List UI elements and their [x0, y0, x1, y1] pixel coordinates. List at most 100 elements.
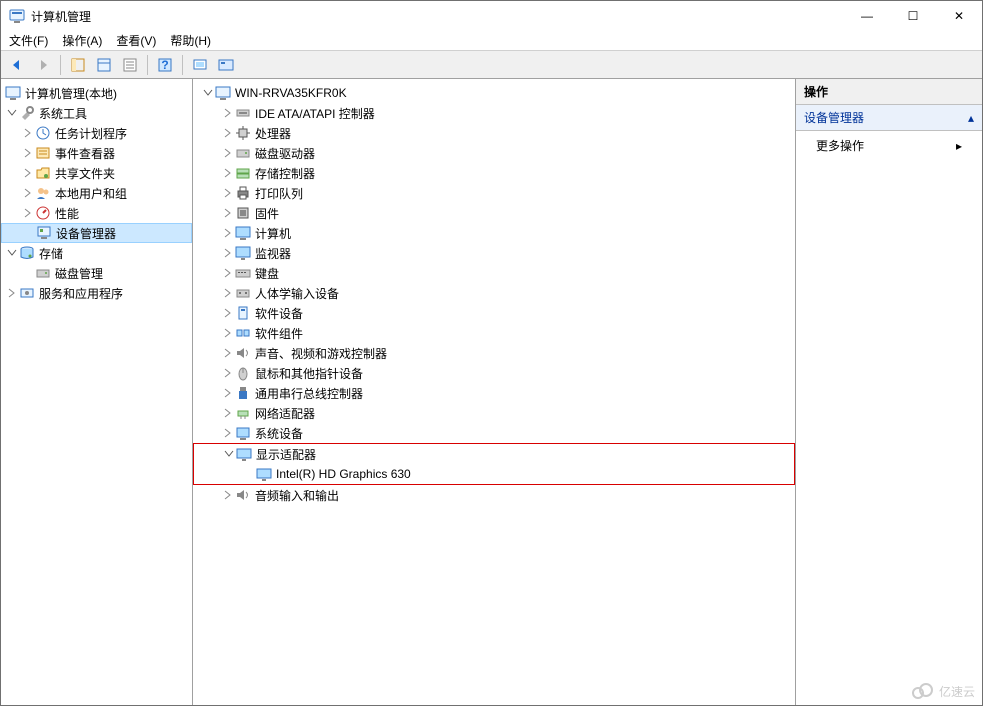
dev-usb[interactable]: 通用串行总线控制器 [193, 383, 795, 403]
menu-view[interactable]: 查看(V) [116, 32, 156, 49]
dev-sound[interactable]: 声音、视频和游戏控制器 [193, 343, 795, 363]
tree-task-scheduler[interactable]: 任务计划程序 [1, 123, 192, 143]
maximize-button[interactable]: ☐ [890, 1, 936, 31]
close-button[interactable]: ✕ [936, 1, 982, 31]
tree-event-viewer[interactable]: 事件查看器 [1, 143, 192, 163]
services-icon [19, 285, 35, 301]
help-button[interactable]: ? [153, 53, 177, 77]
chevron-right-icon[interactable] [221, 286, 235, 300]
dev-printq[interactable]: 打印队列 [193, 183, 795, 203]
chevron-right-icon[interactable] [221, 306, 235, 320]
center-pane[interactable]: WIN-RRVA35KFR0K IDE ATA/ATAPI 控制器 处理器 磁盘… [193, 79, 796, 705]
dev-cpu[interactable]: 处理器 [193, 123, 795, 143]
chevron-right-icon[interactable] [221, 406, 235, 420]
chevron-right-icon[interactable] [221, 386, 235, 400]
tree-local-users[interactable]: 本地用户和组 [1, 183, 192, 203]
dev-label: 固件 [255, 205, 279, 222]
hid-icon [235, 285, 251, 301]
dev-audio[interactable]: 音频输入和输出 [193, 485, 795, 505]
dev-mouse[interactable]: 鼠标和其他指针设备 [193, 363, 795, 383]
chevron-right-icon[interactable] [221, 266, 235, 280]
tree-services-apps[interactable]: 服务和应用程序 [1, 283, 192, 303]
tree-label: 设备管理器 [56, 225, 116, 242]
menubar: 文件(F) 操作(A) 查看(V) 帮助(H) [1, 31, 982, 51]
chevron-down-icon[interactable] [5, 246, 19, 260]
actions-header: 操作 [796, 79, 982, 105]
minimize-button[interactable]: — [844, 1, 890, 31]
chevron-right-icon[interactable] [221, 226, 235, 240]
dev-label: 人体学输入设备 [255, 285, 339, 302]
storage-icon [19, 245, 35, 261]
dev-monitor[interactable]: 监视器 [193, 243, 795, 263]
chevron-right-icon[interactable] [221, 366, 235, 380]
show-hide-tree-button[interactable] [66, 53, 90, 77]
dev-hid[interactable]: 人体学输入设备 [193, 283, 795, 303]
chevron-right-icon[interactable] [21, 166, 35, 180]
dev-display[interactable]: 显示适配器 [194, 444, 794, 464]
dev-storagectl[interactable]: 存储控制器 [193, 163, 795, 183]
dev-keyboard[interactable]: 键盘 [193, 263, 795, 283]
tree-shared-folders[interactable]: 共享文件夹 [1, 163, 192, 183]
scan-hardware-button[interactable] [188, 53, 212, 77]
chevron-placeholder [21, 266, 35, 280]
dev-swdev[interactable]: 软件设备 [193, 303, 795, 323]
window-root: 计算机管理 — ☐ ✕ 文件(F) 操作(A) 查看(V) 帮助(H) ? 计算… [0, 0, 983, 706]
tree-storage[interactable]: 存储 [1, 243, 192, 263]
chevron-right-icon[interactable] [221, 126, 235, 140]
menu-file[interactable]: 文件(F) [9, 32, 48, 49]
menu-help[interactable]: 帮助(H) [170, 32, 211, 49]
chevron-right-icon[interactable] [221, 426, 235, 440]
left-pane[interactable]: 计算机管理(本地) 系统工具 任务计划程序 事件查看器 共享文件夹 [1, 79, 193, 705]
dev-sysdev[interactable]: 系统设备 [193, 423, 795, 443]
chevron-down-icon[interactable] [5, 106, 19, 120]
titlebar: 计算机管理 — ☐ ✕ [1, 1, 982, 31]
export-list-button[interactable] [118, 53, 142, 77]
dev-label: 显示适配器 [256, 446, 316, 463]
audio-icon [235, 487, 251, 503]
chevron-down-icon[interactable] [201, 86, 215, 100]
chevron-right-icon[interactable] [221, 246, 235, 260]
dev-swcomp[interactable]: 软件组件 [193, 323, 795, 343]
tree-root-local[interactable]: 计算机管理(本地) [1, 83, 192, 103]
chevron-right-icon[interactable] [21, 126, 35, 140]
forward-button[interactable] [31, 53, 55, 77]
chevron-down-icon[interactable] [222, 447, 236, 461]
chevron-right-icon[interactable] [221, 166, 235, 180]
dev-network[interactable]: 网络适配器 [193, 403, 795, 423]
chevron-right-icon[interactable] [21, 146, 35, 160]
toolbar-sep [60, 55, 61, 75]
dev-firmware[interactable]: 固件 [193, 203, 795, 223]
dev-diskdrive[interactable]: 磁盘驱动器 [193, 143, 795, 163]
chevron-right-icon[interactable] [221, 206, 235, 220]
menu-action[interactable]: 操作(A) [62, 32, 102, 49]
dev-label: 通用串行总线控制器 [255, 385, 363, 402]
dev-label: Intel(R) HD Graphics 630 [276, 467, 411, 481]
usb-icon [235, 385, 251, 401]
tree-label: 计算机管理(本地) [25, 85, 117, 102]
tree-device-manager[interactable]: 设备管理器 [1, 223, 192, 243]
tree-system-tools[interactable]: 系统工具 [1, 103, 192, 123]
back-button[interactable] [5, 53, 29, 77]
chevron-right-icon[interactable] [221, 326, 235, 340]
chevron-right-icon[interactable] [21, 206, 35, 220]
chevron-right-icon[interactable] [5, 286, 19, 300]
chevron-right-icon[interactable] [221, 106, 235, 120]
dev-ide[interactable]: IDE ATA/ATAPI 控制器 [193, 103, 795, 123]
actions-more[interactable]: 更多操作 ▸ [796, 131, 982, 160]
network-icon [235, 405, 251, 421]
properties-button[interactable] [92, 53, 116, 77]
dev-computer[interactable]: 计算机 [193, 223, 795, 243]
chevron-right-icon[interactable] [21, 186, 35, 200]
chevron-right-icon[interactable] [221, 488, 235, 502]
speaker-icon [235, 345, 251, 361]
actions-section[interactable]: 设备管理器 ▴ [796, 105, 982, 131]
chevron-right-icon[interactable] [221, 186, 235, 200]
chevron-right-icon[interactable] [221, 346, 235, 360]
dev-intel-hd[interactable]: Intel(R) HD Graphics 630 [194, 464, 794, 484]
tree-disk-mgmt[interactable]: 磁盘管理 [1, 263, 192, 283]
chevron-right-icon[interactable] [221, 146, 235, 160]
view-button[interactable] [214, 53, 238, 77]
tree-label: 存储 [39, 245, 63, 262]
dev-root[interactable]: WIN-RRVA35KFR0K [193, 83, 795, 103]
tree-performance[interactable]: 性能 [1, 203, 192, 223]
